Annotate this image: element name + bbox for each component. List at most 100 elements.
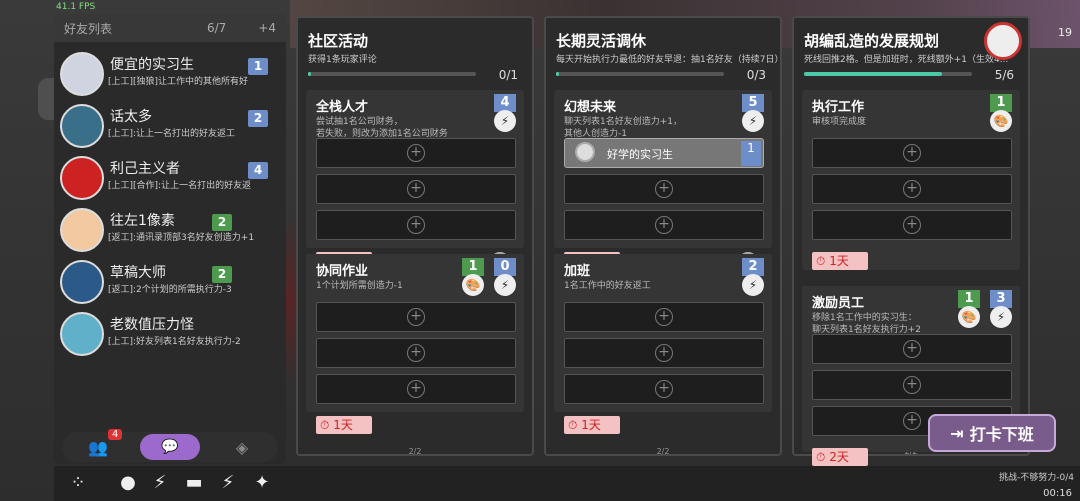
plus-icon: + [903, 216, 921, 234]
empty-worker-slot[interactable]: + [812, 370, 1012, 400]
task-block[interactable]: 加班 1名工作中的好友返工 2 ⚡ + + + ⏱ 1天 [554, 254, 772, 434]
friend-item[interactable]: 话太多 [上工]:让上一名打出的好友返工 2 [60, 102, 284, 152]
empty-worker-slot[interactable]: + [316, 210, 516, 240]
timer-icon: ⏱ [816, 450, 830, 464]
friend-skill-desc: [上工]:让上一名打出的好友返工 [108, 129, 236, 139]
plus-icon: + [903, 144, 921, 162]
empty-worker-slot[interactable]: + [564, 374, 764, 404]
empty-worker-slot[interactable]: + [564, 338, 764, 368]
execution-plus-icon[interactable]: ⚡ [216, 472, 240, 496]
card-progress-bar [804, 72, 972, 76]
plus-icon: + [407, 308, 425, 326]
friend-avatar [60, 260, 104, 304]
task-desc: 移除1名工作中的实习生： 聊天列表1名好友执行力+2 [812, 313, 921, 335]
timer-icon: ⏱ [320, 418, 334, 432]
card-progress: 0/1 [498, 68, 518, 82]
plus-icon: + [655, 344, 673, 362]
execution-icon: ⚡ [742, 274, 764, 296]
card-subtitle: 获得1条玩家评论 [308, 55, 377, 65]
exit-icon: ⇥ [950, 423, 964, 443]
friend-list-plus[interactable]: +4 [258, 21, 276, 35]
friends-badge: 4 [108, 429, 123, 440]
execution-icon: ⚡ [494, 110, 516, 132]
card-title: 胡编乱造的发展规划 [804, 32, 940, 50]
plus-icon: + [655, 308, 673, 326]
empty-worker-slot[interactable]: + [812, 174, 1012, 204]
task-block[interactable]: 幻想未来 聊天列表1名好友创造力+1， 其他人创造力-1 5 ⚡ 好学的实习生 … [554, 90, 772, 272]
execution-icon[interactable]: ⚡ [148, 472, 172, 496]
plan-card: 胡编乱造的发展规划 死线回推2格。但是加班时，死线额外+1（生效4... 5/6… [792, 16, 1030, 466]
empty-worker-slot[interactable]: + [316, 138, 516, 168]
empty-worker-slot[interactable]: + [564, 302, 764, 332]
task-name: 激励员工 [812, 296, 865, 311]
friend-list-header: 好友列表 6/7 +4 [54, 14, 286, 42]
plus-icon: + [407, 216, 425, 234]
friend-name: 利己主义者 [110, 161, 180, 177]
boss-avatar[interactable] [984, 22, 1022, 60]
empty-worker-slot[interactable]: + [316, 174, 516, 204]
task-block[interactable]: 执行工作 审核项完成度 1 🎨 + + + ⏱ 1天 [802, 90, 1020, 270]
card-add-icon[interactable]: ▬ [182, 472, 206, 496]
tab-friends[interactable]: 👥 4 [68, 429, 128, 460]
empty-worker-slot[interactable]: + [316, 302, 516, 332]
friend-item[interactable]: 便宜的实习生 [上工][独狼]让工作中的其他所有好 1 [60, 50, 284, 100]
empty-worker-slot[interactable]: + [812, 138, 1012, 168]
task-desc: 1名工作中的好友返工 [564, 281, 651, 291]
tab-chat[interactable]: 💬 [140, 434, 200, 460]
friend-skill-desc: [上工][合作]:让上一名打出的好友返 [108, 181, 252, 191]
empty-worker-slot[interactable]: + [564, 210, 764, 240]
creativity-icon: 🎨 [462, 274, 484, 296]
friend-item[interactable]: 利己主义者 [上工][合作]:让上一名打出的好友返 4 [60, 154, 284, 204]
empty-worker-slot[interactable]: + [564, 174, 764, 204]
creativity-plus-icon[interactable]: ✦ [250, 472, 274, 496]
timer-icon: ⏱ [816, 254, 830, 268]
creativity-icon: 🎨 [958, 306, 980, 328]
requirement-badge: 0 ⚡ [494, 258, 516, 296]
empty-worker-slot[interactable]: + [316, 374, 516, 404]
execution-icon: ⚡ [742, 110, 764, 132]
card-progress: 5/6 [994, 68, 1014, 82]
card-pager[interactable]: 2/2 [409, 447, 422, 456]
plus-icon: + [655, 216, 673, 234]
plus-icon: + [655, 380, 673, 398]
task-name: 执行工作 [812, 100, 865, 115]
plus-icon: + [655, 180, 673, 198]
person-icon[interactable]: ● [116, 472, 140, 496]
grid-menu-icon[interactable]: ⁘ [66, 472, 90, 496]
friend-item[interactable]: 老数值压力怪 [上工]:好友列表1名好友执行力-2 [60, 310, 284, 360]
execution-icon: ⚡ [494, 274, 516, 296]
plan-card: 社区活动 获得1条玩家评论 0/1 2/2 全栈人才 尝试抽1名公司财务， 若失… [296, 16, 534, 456]
execution-icon: ⚡ [990, 306, 1012, 328]
fps-counter: 41.1 FPS [56, 2, 96, 12]
plan-card: 长期灵活调休 每天开始执行力最低的好友早退：抽1名好友（持续7日） 0/3 2/… [544, 16, 784, 456]
top-right-counter: 19 [1058, 26, 1072, 39]
friend-skill-desc: [上工][独狼]让工作中的其他所有好 [108, 77, 249, 87]
deadline-timer: ⏱ 1天 [316, 416, 372, 434]
worker-level: 1 [741, 141, 761, 166]
card-pager[interactable]: 2/2 [657, 447, 670, 456]
filled-worker-slot[interactable]: 好学的实习生 1 [564, 138, 764, 168]
friend-name: 老数值压力怪 [110, 317, 194, 333]
chat-icon: 💬 [161, 439, 179, 455]
empty-worker-slot[interactable]: + [812, 334, 1012, 364]
tab-layers[interactable]: ◈ [212, 434, 272, 460]
task-block[interactable]: 全栈人才 尝试抽1名公司财务， 若失败，则改为添加1名公司财务 4 ⚡+++⏱ … [306, 90, 524, 272]
punch-out-button[interactable]: ⇥ 打卡下班 [928, 414, 1056, 452]
friend-skill-desc: [返工]:2个计划的所需执行力-3 [108, 285, 232, 295]
friend-level-badge: 2 [212, 214, 232, 231]
requirement-badge: 2 ⚡ [742, 258, 764, 296]
friend-avatar [60, 156, 104, 200]
card-subtitle: 每天开始执行力最低的好友早退：抽1名好友（持续7日） [556, 55, 784, 65]
empty-worker-slot[interactable]: + [812, 210, 1012, 240]
task-block[interactable]: 协同作业 1个计划所需创造力-1 1 🎨 0 ⚡ + + + ⏱ 1天 [306, 254, 524, 434]
plus-icon: + [903, 412, 921, 430]
empty-worker-slot[interactable]: + [316, 338, 516, 368]
timer-icon: ⏱ [568, 418, 582, 432]
friend-item[interactable]: 往左1像素 [返工]:通讯录顶部3名好友创造力+1 2 [60, 206, 284, 256]
friend-avatar [60, 104, 104, 148]
people-icon: 👥 [88, 437, 108, 457]
friend-item[interactable]: 草稿大师 [返工]:2个计划的所需执行力-3 2 [60, 258, 284, 308]
friend-name: 草稿大师 [110, 265, 166, 281]
plus-icon: + [407, 144, 425, 162]
friend-skill-desc: [返工]:通讯录顶部3名好友创造力+1 [108, 233, 255, 243]
